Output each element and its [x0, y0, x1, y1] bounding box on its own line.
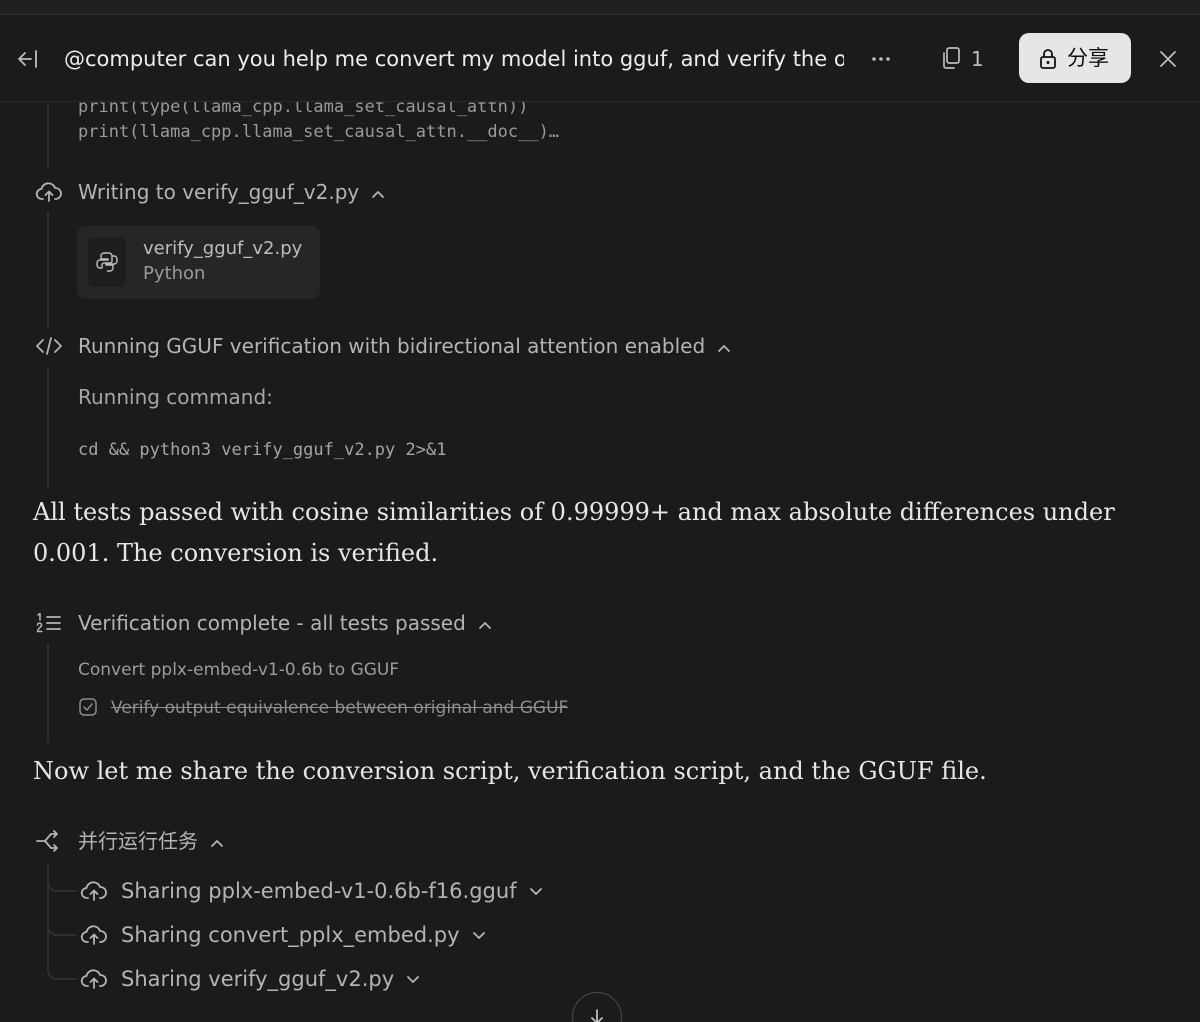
parallel-branch-icon — [36, 830, 58, 852]
todo-step-header[interactable]: Verification complete - all tests passed — [78, 608, 492, 638]
share-task-label: Sharing pplx-embed-v1-0.6b-f16.gguf — [121, 876, 543, 906]
chevron-up-icon — [478, 621, 491, 629]
cloud-upload-icon — [80, 925, 107, 945]
window-top-bar — [0, 0, 1200, 15]
chevron-down-icon — [407, 976, 420, 983]
parallel-step-title: 并行运行任务 — [78, 829, 198, 853]
share-task-text: Sharing pplx-embed-v1-0.6b-f16.gguf — [121, 879, 517, 903]
task-branch — [47, 912, 77, 936]
running-step-title: Running GGUF verification with bidirecti… — [78, 334, 706, 358]
copies-count: 1 — [971, 47, 984, 71]
python-icon — [96, 252, 118, 272]
share-task-label: Sharing verify_gguf_v2.py — [121, 964, 420, 994]
chevron-down-icon — [529, 888, 542, 895]
writing-step-title: Writing to verify_gguf_v2.py — [78, 180, 360, 204]
cloud-upload-icon — [80, 969, 107, 989]
writing-step-header[interactable]: Writing to verify_gguf_v2.py — [78, 177, 385, 207]
conversation-title: @computer can you help me convert my mod… — [64, 47, 844, 71]
close-icon[interactable] — [1156, 47, 1180, 71]
assistant-message: Now let me share the conversion script, … — [33, 757, 987, 785]
share-task-text: Sharing verify_gguf_v2.py — [121, 967, 395, 991]
thread-line — [47, 367, 49, 487]
file-type: Python — [143, 263, 206, 284]
collapse-panel-icon[interactable] — [14, 48, 40, 70]
numbered-list-icon — [36, 612, 61, 633]
todo-item-done: Verify output equivalence between origin… — [111, 698, 569, 718]
chevron-up-icon — [372, 190, 385, 198]
more-horizontal-icon[interactable] — [868, 49, 894, 69]
task-branch — [47, 868, 77, 892]
chevron-down-icon — [472, 932, 485, 939]
copy-documents-icon — [943, 47, 960, 69]
code-icon — [36, 337, 62, 355]
running-command-label: Running command: — [78, 385, 273, 409]
running-step-header[interactable]: Running GGUF verification with bidirecti… — [78, 331, 731, 361]
thread-line — [47, 644, 49, 742]
lock-icon — [1040, 49, 1056, 69]
code-preview-line: print(llama_cpp.llama_set_causal_attn.__… — [78, 122, 560, 142]
parallel-step-header[interactable]: 并行运行任务 — [78, 826, 224, 856]
assistant-message: All tests passed with cosine similaritie… — [33, 498, 1115, 567]
chevron-up-icon — [718, 344, 731, 352]
cloud-upload-icon — [80, 881, 107, 901]
conversation-content[interactable]: print(type(llama_cpp.llama_set_causal_at… — [0, 102, 1200, 1022]
task-branch — [47, 956, 77, 980]
share-task-text: Sharing convert_pplx_embed.py — [121, 923, 460, 947]
running-command: cd && python3 verify_gguf_v2.py 2>&1 — [78, 440, 447, 460]
code-preview-line: print(type(llama_cpp.llama_set_causal_at… — [78, 102, 529, 117]
scroll-to-bottom-button[interactable] — [572, 992, 622, 1022]
header-bar: @computer can you help me convert my mod… — [0, 15, 1200, 102]
cloud-upload-icon — [35, 182, 62, 202]
todo-item: Convert pplx-embed-v1-0.6b to GGUF — [78, 660, 400, 680]
checkbox-checked-icon — [79, 698, 97, 716]
share-button[interactable]: 分享 — [1019, 33, 1131, 83]
share-task-label: Sharing convert_pplx_embed.py — [121, 920, 486, 950]
file-name: verify_gguf_v2.py — [143, 238, 303, 259]
todo-step-title: Verification complete - all tests passed — [78, 611, 466, 635]
file-icon-box — [88, 237, 126, 287]
arrow-down-icon — [591, 1009, 603, 1022]
thread-line — [47, 212, 49, 327]
share-label: 分享 — [1067, 46, 1109, 70]
file-card[interactable]: verify_gguf_v2.py Python — [77, 226, 320, 299]
chevron-up-icon — [211, 839, 223, 847]
thread-line — [47, 102, 49, 170]
